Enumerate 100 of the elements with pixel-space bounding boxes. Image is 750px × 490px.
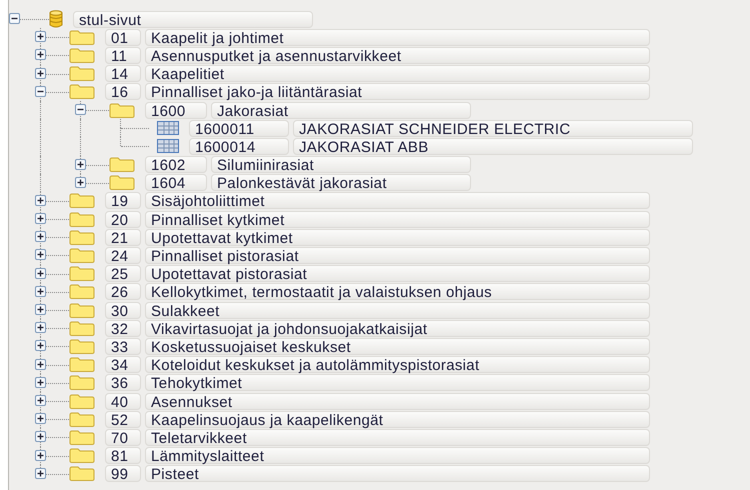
folder-icon — [69, 230, 95, 245]
item-code: 26 — [105, 283, 141, 300]
tree-item-label[interactable]: Teletarvikkeet — [145, 428, 650, 446]
tree-item-label[interactable]: Asennukset — [145, 392, 650, 410]
tree-item-label[interactable]: Vikavirtasuojat ja johdonsuojakatkaisijat — [145, 320, 650, 337]
folder-icon — [69, 394, 95, 409]
folder-icon — [69, 212, 95, 227]
item-code: 1604 — [145, 174, 207, 192]
folder-icon — [69, 66, 95, 82]
item-code: 01 — [105, 28, 141, 46]
expand-icon[interactable] — [35, 450, 46, 460]
folder-icon — [69, 248, 95, 264]
tree-item-label[interactable]: Pisteet — [145, 465, 650, 482]
expand-icon[interactable] — [35, 249, 46, 260]
item-code: 34 — [105, 356, 141, 374]
folder-icon — [69, 320, 95, 336]
expand-icon[interactable] — [35, 431, 46, 442]
tree-item-label[interactable]: Upotettavat pistorasiat — [145, 265, 650, 282]
tree-item-label[interactable]: Asennusputket ja asennustarvikkeet — [145, 46, 650, 64]
tree-item-label[interactable]: Pinnalliset jako-ja liitäntärasiat — [145, 83, 650, 100]
database-icon — [49, 10, 63, 28]
tree-item-label[interactable]: stul-sivut — [73, 10, 313, 28]
expand-icon[interactable] — [35, 394, 46, 406]
item-code: 16 — [105, 83, 141, 100]
tree-item-label[interactable]: Tehokytkimet — [145, 374, 650, 392]
expand-icon[interactable] — [35, 68, 46, 79]
item-code: 33 — [105, 338, 141, 355]
expand-icon[interactable] — [35, 376, 46, 388]
folder-icon — [69, 84, 95, 100]
item-code: 1600014 — [189, 138, 289, 155]
tree-item-label[interactable]: JAKORASIAT SCHNEIDER ELECTRIC — [293, 120, 693, 137]
folder-icon — [69, 430, 95, 445]
expand-icon[interactable] — [35, 49, 46, 60]
expand-icon[interactable] — [35, 194, 46, 206]
folder-icon — [109, 102, 135, 118]
folder-icon — [69, 357, 95, 372]
tree-item-label[interactable]: Sisäjohtoliittimet — [145, 192, 650, 210]
item-code: 25 — [105, 265, 141, 282]
item-code: 1600 — [145, 102, 207, 119]
tree-item-label[interactable]: Pinnalliset kytkimet — [145, 210, 650, 228]
tree-item-label[interactable]: Palonkestävät jakorasiat — [211, 174, 471, 192]
tree-item-label[interactable]: Sulakkeet — [145, 302, 650, 319]
item-code: 21 — [105, 228, 141, 246]
folder-icon — [69, 302, 95, 318]
tree-item-label[interactable]: Kellokytkimet, termostaatit ja valaistuksen ohjaus — [145, 283, 650, 300]
tree-item-label[interactable]: Koteloidut keskukset ja autolämmityspistorasiat — [145, 356, 650, 374]
expand-icon[interactable] — [35, 286, 46, 297]
folder-icon — [69, 448, 95, 464]
table-icon — [157, 121, 179, 136]
tree-item-label[interactable]: Pinnalliset pistorasiat — [145, 247, 650, 264]
expand-icon[interactable] — [35, 231, 46, 242]
folder-icon — [69, 375, 95, 390]
expand-icon[interactable] — [35, 322, 46, 334]
collapse-icon[interactable] — [75, 104, 86, 115]
tree-item-label[interactable]: JAKORASIAT ABB — [293, 138, 693, 155]
item-code: 70 — [105, 428, 141, 446]
item-code: 1600011 — [189, 120, 289, 137]
item-code: 32 — [105, 320, 141, 337]
tree-item-label[interactable]: Upotettavat kytkimet — [145, 228, 650, 246]
tree-item-label[interactable]: Kaapelinsuojaus ja kaapelikengät — [145, 410, 650, 428]
expand-icon[interactable] — [35, 304, 46, 315]
item-code: 52 — [105, 410, 141, 428]
expand-icon[interactable] — [35, 268, 46, 279]
folder-icon — [69, 193, 95, 208]
tree-item-label[interactable]: Kaapelitiet — [145, 65, 650, 82]
expand-icon[interactable] — [75, 176, 86, 188]
expand-icon[interactable] — [35, 213, 46, 224]
expand-icon[interactable] — [35, 468, 46, 479]
expand-icon[interactable] — [75, 158, 86, 170]
item-code: 99 — [105, 465, 141, 482]
item-code: 11 — [105, 46, 141, 64]
item-code: 1602 — [145, 156, 207, 174]
folder-icon — [69, 284, 95, 300]
folder-icon — [69, 266, 95, 282]
item-code: 24 — [105, 247, 141, 264]
collapse-icon[interactable] — [35, 86, 46, 97]
tree-item-label[interactable]: Lämmityslaitteet — [145, 447, 650, 464]
folder-icon — [69, 466, 95, 482]
tree-item-label[interactable]: Kaapelit ja johtimet — [145, 28, 650, 46]
folder-icon — [69, 338, 95, 354]
folder-icon — [69, 30, 95, 45]
tree-item-label[interactable]: Silumiinirasiat — [211, 156, 471, 174]
folder-icon — [69, 48, 95, 63]
item-code: 30 — [105, 302, 141, 319]
collapse-icon[interactable] — [9, 13, 20, 24]
tree-item-label[interactable]: Jakorasiat — [211, 102, 471, 119]
item-code: 20 — [105, 210, 141, 228]
item-code: 19 — [105, 192, 141, 210]
expand-icon[interactable] — [35, 340, 46, 352]
folder-icon — [109, 175, 135, 190]
expand-icon[interactable] — [35, 31, 46, 42]
folder-icon — [109, 157, 135, 172]
tree-item-label[interactable]: Kosketussuojaiset keskukset — [145, 338, 650, 355]
item-code: 36 — [105, 374, 141, 392]
item-code: 40 — [105, 392, 141, 410]
item-code: 81 — [105, 447, 141, 464]
table-icon — [157, 139, 179, 154]
expand-icon[interactable] — [35, 413, 46, 424]
folder-icon — [69, 412, 95, 427]
expand-icon[interactable] — [35, 358, 46, 370]
